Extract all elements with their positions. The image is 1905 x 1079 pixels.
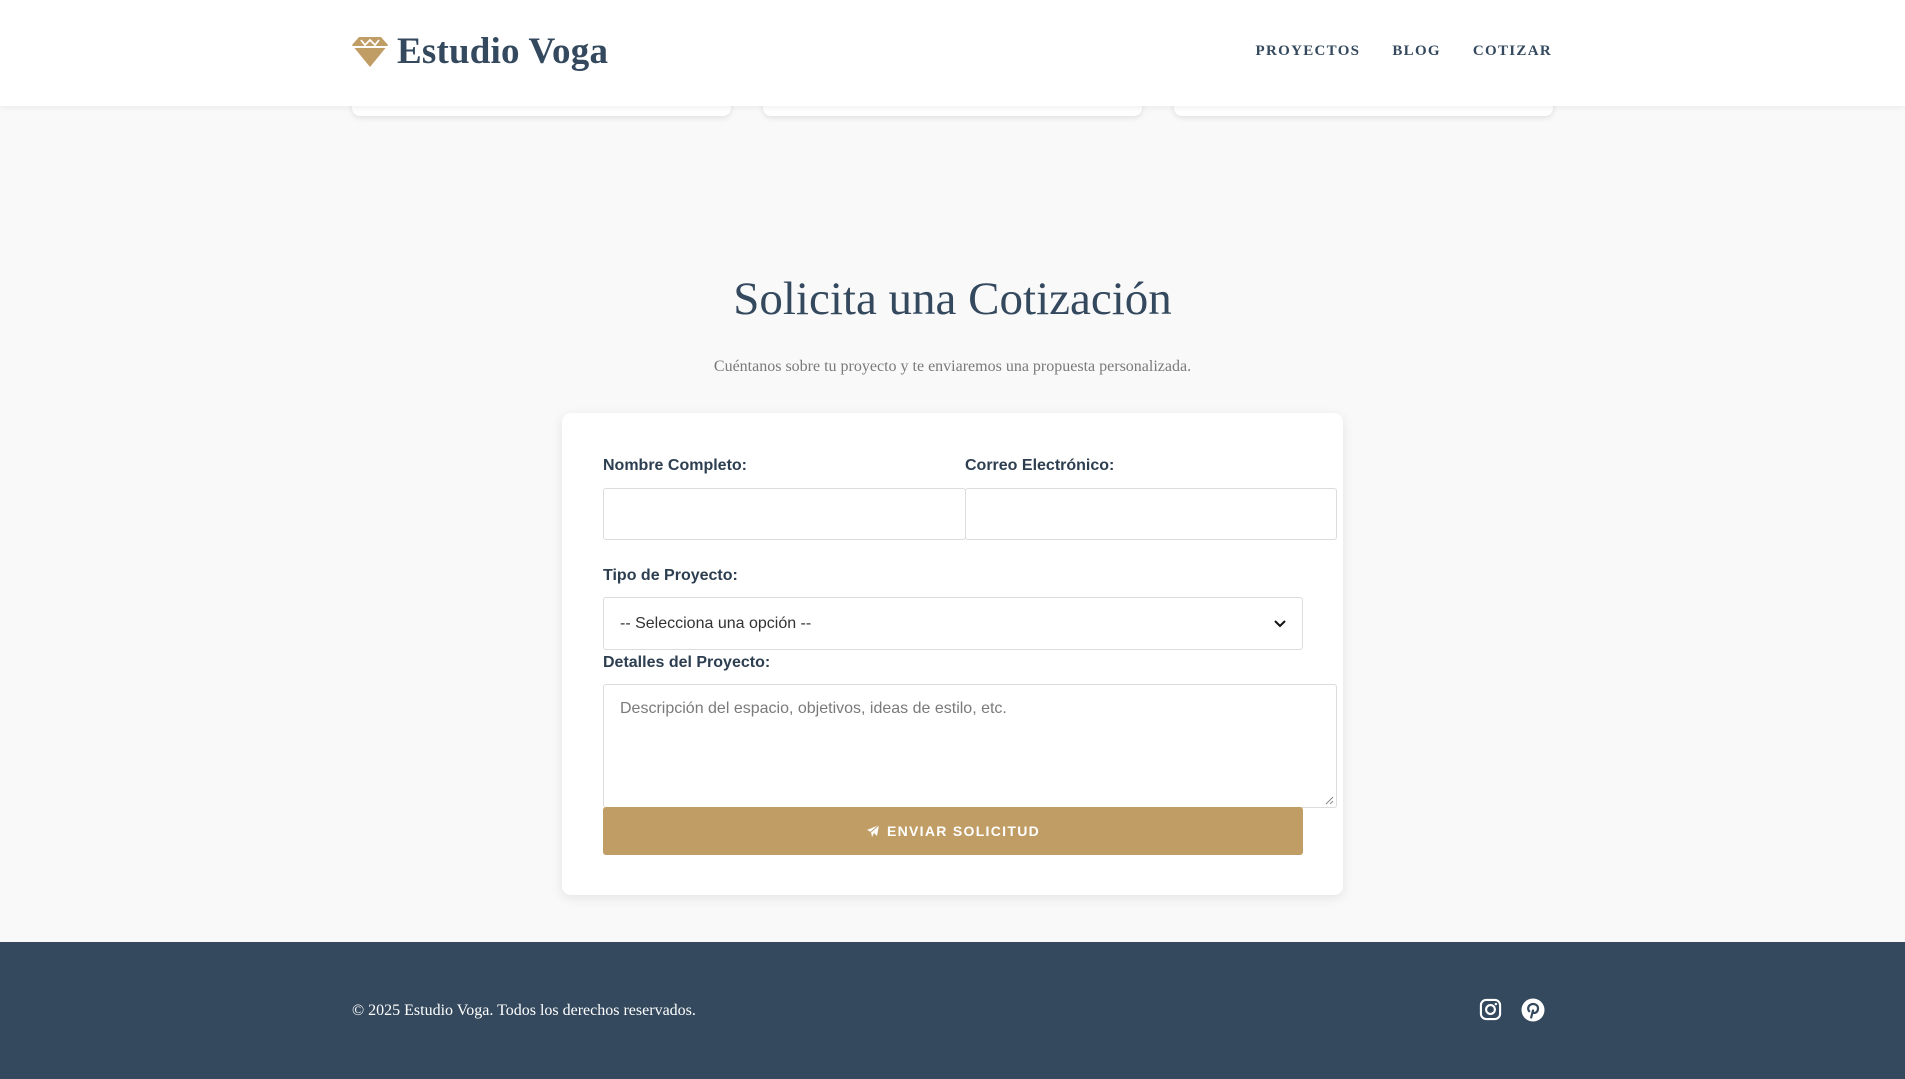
details-textarea[interactable] [603, 684, 1337, 808]
instagram-link[interactable] [1479, 998, 1502, 1026]
paper-plane-icon [866, 824, 880, 837]
brand-logo-link[interactable]: Estudio Voga [352, 30, 608, 73]
section-title: Solicita una Cotización [733, 273, 1172, 325]
project-type-label: Tipo de Proyecto: [603, 567, 738, 584]
name-input[interactable] [603, 488, 966, 540]
project-type-select[interactable]: -- Selecciona una opción -- [603, 597, 1303, 650]
copyright-text: © 2025 Estudio Voga. Todos los derechos … [352, 1002, 696, 1019]
site-header: Estudio Voga PROYECTOS BLOG COTIZAR [0, 0, 1905, 106]
submit-button-label: ENVIAR SOLICITUD [886, 823, 1041, 839]
section-subtitle: Cuéntanos sobre tu proyecto y te enviare… [713, 358, 1192, 375]
project-type-selected-value: -- Selecciona una opción -- [620, 614, 812, 632]
pinterest-link[interactable] [1521, 998, 1545, 1027]
site-footer [0, 942, 1905, 1079]
name-label: Nombre Completo: [603, 457, 747, 474]
resize-handle-icon[interactable] [1325, 796, 1334, 805]
nav-link-proyectos[interactable]: PROYECTOS [1256, 43, 1361, 60]
details-label: Detalles del Proyecto: [603, 654, 771, 671]
brand-name: Estudio Voga [397, 31, 609, 72]
main-nav: PROYECTOS BLOG COTIZAR [1256, 43, 1552, 60]
nav-link-cotizar[interactable]: COTIZAR [1473, 43, 1552, 60]
nav-link-blog[interactable]: BLOG [1392, 43, 1441, 60]
submit-button[interactable]: ENVIAR SOLICITUD [603, 807, 1303, 855]
pinterest-icon [1521, 998, 1545, 1022]
chevron-down-icon [1274, 619, 1286, 627]
diamond-icon [352, 36, 388, 67]
email-label: Correo Electrónico: [965, 457, 1115, 474]
instagram-icon [1479, 998, 1502, 1021]
email-input[interactable] [965, 488, 1337, 540]
